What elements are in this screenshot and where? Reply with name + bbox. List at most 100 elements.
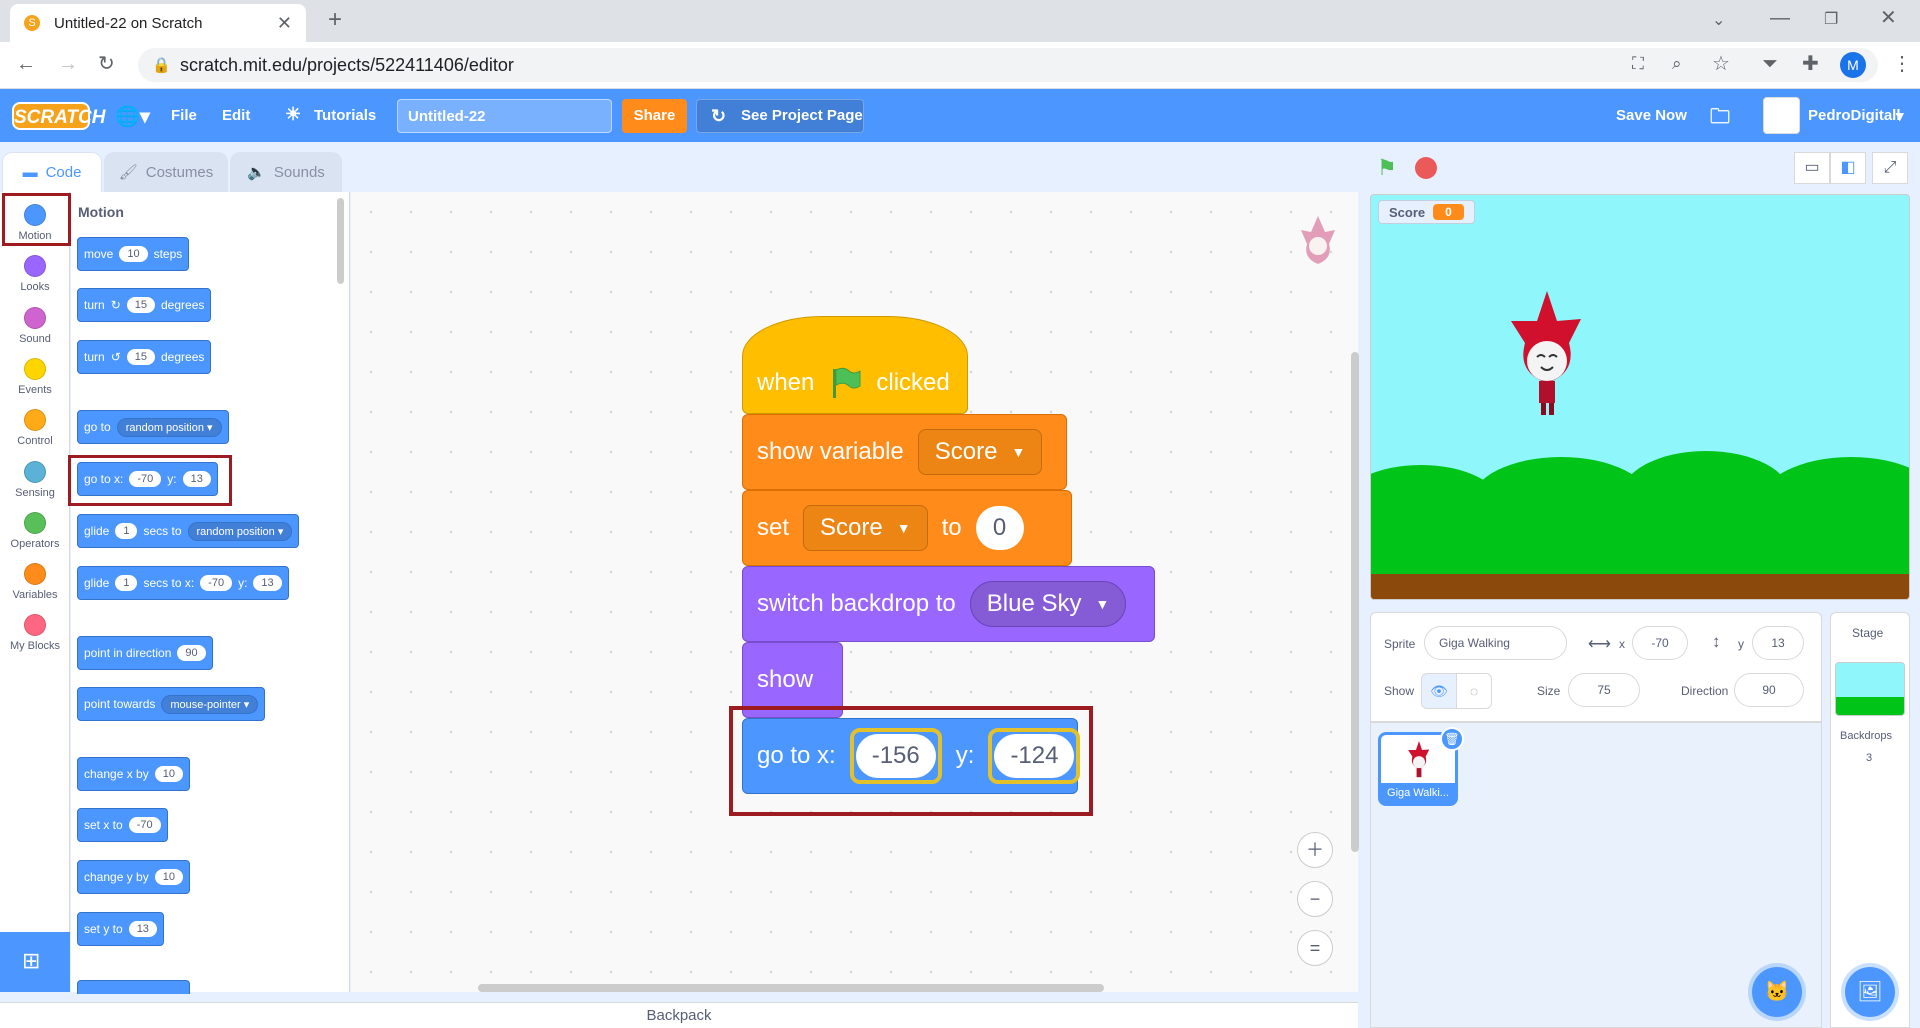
variable-dropdown[interactable]: Score ▼ (803, 505, 928, 551)
green-flag-button[interactable]: ⚑ (1377, 155, 1397, 181)
language-globe-icon[interactable]: 🌐▾ (115, 104, 150, 129)
block-input[interactable]: 90 (177, 645, 206, 661)
set-variable-block[interactable]: set Score ▼ to 0 (742, 490, 1072, 566)
block-turn-left[interactable]: turn ↺ 15 degrees (77, 340, 212, 374)
sprite-name-input[interactable]: Giga Walking (1424, 626, 1567, 660)
category-operators[interactable]: Operators (0, 504, 70, 554)
block-input[interactable]: 15 (126, 297, 155, 313)
zoom-icon[interactable]: ⌕ (1672, 54, 1682, 74)
block-input[interactable]: 1 (115, 523, 138, 539)
block-set-y[interactable]: set y to 13 (77, 912, 164, 946)
block-point-towards[interactable]: point towards mouse-pointer ▾ (77, 687, 266, 721)
tab-code[interactable]: ▬ Code (2, 152, 102, 192)
stage-canvas[interactable] (1370, 194, 1910, 600)
block-dropdown[interactable]: random position ▾ (187, 521, 293, 541)
block-input-y[interactable]: 13 (253, 575, 282, 591)
block-point-direction[interactable]: point in direction 90 (77, 636, 213, 670)
block-glide-xy[interactable]: glide 1 secs to x: -70 y: 13 (77, 566, 289, 600)
block-input[interactable]: 10 (119, 246, 148, 262)
block-goto-random[interactable]: go to random position ▾ (77, 410, 229, 444)
tutorials-menu[interactable]: Tutorials (314, 107, 376, 124)
value-input[interactable]: 0 (975, 506, 1024, 550)
forward-icon[interactable]: → (58, 54, 78, 74)
when-flag-clicked-block[interactable]: when clicked (742, 316, 968, 414)
save-now-button[interactable]: Save Now (1616, 107, 1687, 124)
workspace-horizontal-scrollbar[interactable] (478, 984, 1104, 992)
normal-stage-button[interactable]: ◧ (1830, 152, 1866, 184)
profile-avatar[interactable]: M (1840, 52, 1866, 78)
category-control[interactable]: Control (0, 401, 70, 451)
choose-backdrop-icon[interactable]: 🖼 (1845, 967, 1895, 1017)
block-set-x[interactable]: set x to -70 (77, 808, 168, 842)
category-variables[interactable]: Variables (0, 555, 70, 605)
block-dropdown[interactable]: random position ▾ (116, 417, 222, 437)
share-button[interactable]: Share (622, 99, 687, 133)
restore-icon[interactable]: ❐ (1824, 10, 1838, 30)
close-window-icon[interactable]: ✕ (1880, 8, 1897, 28)
direction-input[interactable]: 90 (1734, 673, 1804, 707)
block-input[interactable]: -70 (128, 817, 161, 833)
file-menu[interactable]: File (171, 107, 197, 124)
block-change-x[interactable]: change x by 10 (77, 757, 190, 791)
score-variable-monitor[interactable]: Score 0 (1378, 200, 1475, 224)
my-stuff-folder-icon[interactable]: 🗀 (1710, 102, 1730, 136)
block-partial[interactable] (77, 980, 190, 994)
block-input[interactable]: 10 (154, 869, 183, 885)
size-input[interactable]: 75 (1568, 673, 1640, 707)
extension-filter-icon[interactable]: ⏷ (1762, 54, 1778, 74)
backpack[interactable]: Backpack (0, 1002, 1358, 1028)
add-extension-button[interactable]: ⊞ (0, 932, 70, 992)
project-title-input[interactable]: Untitled-22 (397, 99, 612, 133)
workspace-vertical-scrollbar[interactable] (1351, 352, 1359, 852)
y-position-input[interactable]: 13 (1752, 626, 1804, 660)
block-input[interactable]: 15 (126, 349, 155, 365)
username[interactable]: PedroDigitall (1808, 107, 1901, 124)
show-variable-block[interactable]: show variable Score ▼ (742, 414, 1067, 490)
stop-button[interactable] (1415, 157, 1437, 179)
tab-search-icon[interactable]: ⌄ (1712, 11, 1725, 31)
delete-sprite-trash-icon[interactable]: 🗑 (1440, 727, 1464, 751)
address-bar[interactable]: 🔒 scratch.mit.edu/projects/522411406/edi… (138, 48, 1878, 82)
fullscreen-button[interactable]: ⤢ (1872, 152, 1908, 184)
block-input[interactable]: 13 (128, 921, 157, 937)
block-dropdown[interactable]: mouse-pointer ▾ (161, 694, 259, 714)
category-events[interactable]: Events (0, 350, 70, 400)
translate-icon[interactable]: ⛶ (1632, 54, 1644, 74)
user-avatar[interactable] (1763, 97, 1800, 134)
scratch-logo[interactable]: SCRATCH (12, 102, 105, 130)
switch-backdrop-block[interactable]: switch backdrop to Blue Sky ▼ (742, 566, 1155, 642)
browser-tab[interactable]: S Untitled-22 on Scratch ✕ (10, 4, 306, 42)
category-my-blocks[interactable]: My Blocks (0, 606, 70, 656)
close-tab-icon[interactable]: ✕ (277, 13, 292, 34)
block-input-x[interactable]: -70 (200, 575, 233, 591)
category-sensing[interactable]: Sensing (0, 453, 70, 503)
hide-sprite-eye-icon[interactable]: ◌ (1456, 673, 1492, 709)
zoom-out-button[interactable]: − (1297, 881, 1333, 917)
minimize-icon[interactable]: — (1770, 8, 1790, 28)
block-input[interactable]: 10 (154, 766, 183, 782)
block-glide-random[interactable]: glide 1 secs to random position ▾ (77, 514, 300, 548)
back-icon[interactable]: ← (16, 54, 36, 74)
edit-menu[interactable]: Edit (222, 107, 250, 124)
category-looks[interactable]: Looks (0, 247, 70, 297)
choose-sprite-cat-icon[interactable]: 🐱 (1752, 967, 1802, 1017)
block-change-y[interactable]: change y by 10 (77, 860, 190, 894)
tab-sounds[interactable]: 🔈 Sounds (230, 152, 342, 192)
browser-menu-icon[interactable]: ⋮ (1892, 54, 1912, 74)
show-sprite-eye-icon[interactable]: 👁 (1421, 673, 1457, 709)
reset-zoom-button[interactable]: = (1297, 930, 1333, 966)
backdrop-dropdown[interactable]: Blue Sky ▼ (969, 581, 1127, 627)
see-project-page-button[interactable]: ↻ See Project Page (696, 99, 864, 133)
tab-costumes[interactable]: 🖌 Costumes (104, 152, 228, 192)
category-sound[interactable]: Sound (0, 299, 70, 349)
new-tab-icon[interactable]: + (328, 8, 342, 32)
block-move-steps[interactable]: move 10 steps (77, 237, 190, 271)
block-input[interactable]: 1 (115, 575, 138, 591)
reload-icon[interactable]: ↻ (98, 54, 115, 74)
x-position-input[interactable]: -70 (1632, 626, 1688, 660)
block-turn-right[interactable]: turn ↻ 15 degrees (77, 288, 212, 322)
giga-sprite[interactable] (1501, 291, 1593, 417)
palette-scrollbar[interactable] (337, 198, 344, 284)
variable-dropdown[interactable]: Score ▼ (917, 429, 1043, 475)
zoom-in-button[interactable]: ＋ (1297, 832, 1333, 868)
